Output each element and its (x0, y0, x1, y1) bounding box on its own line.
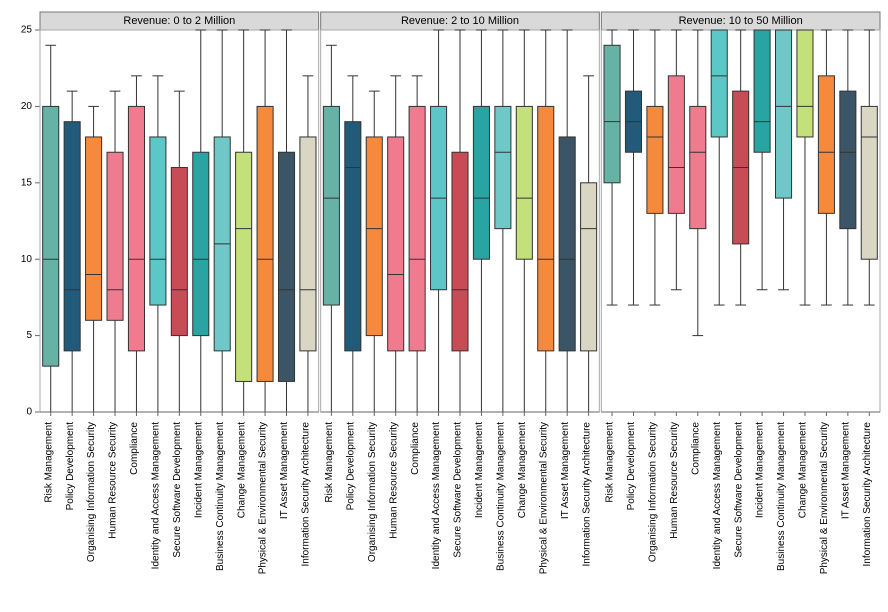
box-it-asset-management (278, 30, 294, 412)
x-tick-label: Human Resource Security (108, 422, 119, 539)
box-physical-environmental-security (818, 30, 834, 305)
box-physical-environmental-security (538, 30, 554, 412)
x-tick-label: Identity and Access Management (712, 422, 723, 570)
panel-title: Revenue: 2 to 10 Million (401, 15, 519, 27)
box-risk-management (43, 45, 59, 412)
x-tick-label: Policy Development (345, 422, 356, 511)
x-tick-label: Compliance (410, 422, 421, 475)
x-tick-label: Human Resource Security (388, 422, 399, 539)
box-physical-environmental-security (257, 30, 273, 412)
x-tick-label: IT Asset Management (840, 422, 851, 519)
box-identity-and-access-management (150, 76, 166, 412)
x-tick-label: Change Management (798, 422, 809, 518)
box-organising-information-security (366, 91, 382, 412)
x-tick-label: Information Security Architecture (862, 422, 873, 567)
panel-header: Revenue: 2 to 10 Million (321, 12, 600, 30)
x-tick-label: Risk Management (324, 422, 335, 503)
x-tick-label: Physical & Environmental Security (819, 422, 830, 574)
y-tick-label: 10 (21, 254, 33, 265)
y-tick-label: 15 (21, 177, 33, 188)
box-secure-software-development (733, 30, 749, 305)
x-tick-label: IT Asset Management (560, 422, 571, 519)
y-tick-label: 5 (26, 330, 32, 341)
x-tick-label: Policy Development (626, 422, 637, 511)
box-identity-and-access-management (431, 30, 447, 412)
x-tick-label: Secure Software Development (172, 422, 183, 558)
box-organising-information-security (86, 106, 102, 412)
box-change-management (516, 30, 532, 412)
box-change-management (236, 30, 252, 412)
box-risk-management (604, 30, 620, 305)
panel-title: Revenue: 0 to 2 Million (123, 15, 235, 27)
y-axis: 0 5 10 15 20 25 (21, 25, 40, 418)
x-tick-label: Incident Management (755, 422, 766, 518)
box-incident-management (754, 30, 770, 290)
box-incident-management (193, 30, 209, 412)
x-tick-label: Organising Information Security (648, 422, 659, 562)
x-tick-label: Organising Information Security (86, 422, 97, 562)
panel-header: Revenue: 0 to 2 Million (40, 12, 319, 30)
box-change-management (797, 30, 813, 305)
box-information-security-architecture (581, 76, 597, 412)
x-tick-label: Physical & Environmental Security (538, 422, 549, 574)
box-human-resource-security (668, 30, 684, 290)
box-business-continuity-management (495, 30, 511, 412)
box-human-resource-security (107, 91, 123, 412)
x-tick-label: Physical & Environmental Security (258, 422, 269, 574)
box-compliance (690, 30, 706, 336)
x-tick-label: Policy Development (65, 422, 76, 511)
x-tick-label: Business Continuity Management (776, 422, 787, 571)
boxplot-faceted-chart: 0 5 10 15 20 25 Revenue: 0 to 2 Million Risk Ma… (0, 0, 888, 612)
box-information-security-architecture (861, 30, 877, 305)
box-policy-development (64, 91, 80, 412)
box-compliance (409, 76, 425, 412)
x-tick-label: Compliance (129, 422, 140, 475)
box-identity-and-access-management (711, 30, 727, 305)
x-tick-label: Information Security Architecture (301, 422, 312, 567)
x-tick-label: Change Management (236, 422, 247, 518)
y-tick-label: 0 (26, 407, 32, 418)
panel-title: Revenue: 10 to 50 Million (679, 15, 803, 27)
box-policy-development (625, 30, 641, 305)
x-tick-label: Human Resource Security (669, 422, 680, 539)
y-tick-label: 20 (21, 101, 33, 112)
box-business-continuity-management (214, 30, 230, 412)
x-tick-label: Incident Management (193, 422, 204, 518)
x-tick-label: Information Security Architecture (581, 422, 592, 567)
box-business-continuity-management (776, 30, 792, 290)
x-tick-label: Business Continuity Management (496, 422, 507, 571)
box-risk-management (323, 45, 339, 412)
box-incident-management (473, 30, 489, 412)
box-information-security-architecture (300, 76, 316, 412)
x-tick-label: Business Continuity Management (215, 422, 226, 571)
x-tick-label: Compliance (690, 422, 701, 475)
box-human-resource-security (388, 76, 404, 412)
x-tick-label: IT Asset Management (279, 422, 290, 519)
box-it-asset-management (559, 30, 575, 412)
y-tick-label: 25 (21, 25, 33, 36)
box-it-asset-management (840, 30, 856, 305)
box-policy-development (345, 76, 361, 412)
x-tick-label: Risk Management (605, 422, 616, 503)
box-secure-software-development (452, 30, 468, 412)
box-organising-information-security (647, 30, 663, 305)
x-tick-label: Change Management (517, 422, 528, 518)
x-tick-label: Organising Information Security (367, 422, 378, 562)
x-tick-label: Secure Software Development (453, 422, 464, 558)
x-tick-label: Identity and Access Management (431, 422, 442, 570)
box-compliance (128, 76, 144, 412)
x-tick-label: Risk Management (43, 422, 54, 503)
box-secure-software-development (171, 91, 187, 412)
panel-header: Revenue: 10 to 50 Million (601, 12, 880, 30)
x-tick-label: Incident Management (474, 422, 485, 518)
x-tick-label: Identity and Access Management (151, 422, 162, 570)
x-tick-label: Secure Software Development (733, 422, 744, 558)
